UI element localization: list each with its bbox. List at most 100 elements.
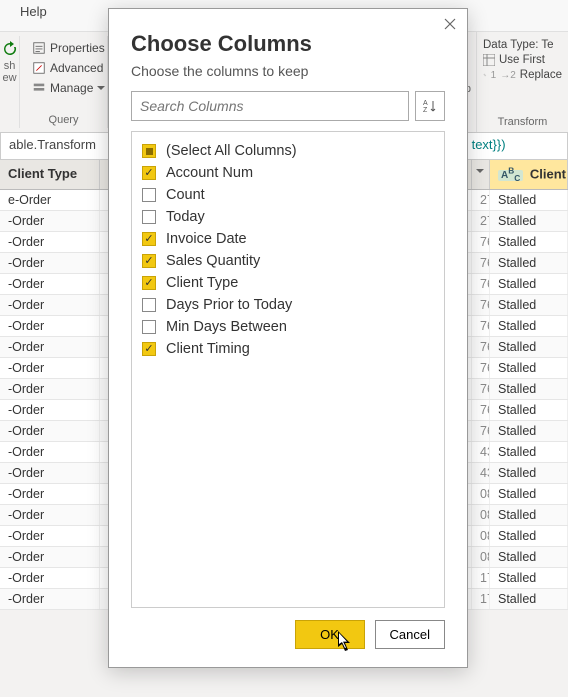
column-checkbox-item[interactable]: Client Timing (142, 338, 434, 360)
cell-client-type: -Order (0, 589, 100, 609)
replace-icon (483, 69, 487, 81)
column-label: Days Prior to Today (166, 297, 292, 313)
cell-client-timing: Stalled (490, 589, 568, 609)
formula-text-right: text}}) (472, 137, 506, 152)
cell-client-timing: Stalled (490, 568, 568, 588)
cell-num: 76 (472, 316, 490, 336)
cell-client-type: -Order (0, 379, 100, 399)
checkbox[interactable] (142, 144, 156, 158)
column-label: Invoice Date (166, 231, 247, 247)
checkbox[interactable] (142, 254, 156, 268)
cell-client-type: -Order (0, 505, 100, 525)
cell-num: 08 (472, 526, 490, 546)
cell-client-type: -Order (0, 295, 100, 315)
cell-client-timing: Stalled (490, 505, 568, 525)
column-header-client-timing[interactable]: ABC Client Tim (490, 160, 568, 189)
column-checkbox-item[interactable]: Min Days Between (142, 316, 434, 338)
cell-client-timing: Stalled (490, 379, 568, 399)
column-label: Today (166, 209, 205, 225)
close-button[interactable] (443, 17, 457, 34)
advanced-editor-icon (32, 61, 46, 75)
column-label: Client Type (166, 275, 238, 291)
cell-num: 76 (472, 232, 490, 252)
column-checkbox-item[interactable]: Invoice Date (142, 228, 434, 250)
column-checkbox-item[interactable]: Account Num (142, 162, 434, 184)
cell-client-timing: Stalled (490, 442, 568, 462)
advanced-editor-button[interactable]: Advanced (28, 59, 107, 77)
chevron-down-icon (475, 166, 485, 176)
refresh-icon (2, 41, 18, 57)
cell-num: 76 (472, 295, 490, 315)
cell-num: 76 (472, 253, 490, 273)
manage-button[interactable]: Manage (28, 79, 109, 97)
column-checkbox-item[interactable]: Client Type (142, 272, 434, 294)
cell-num: 76 (472, 421, 490, 441)
column-checkbox-item[interactable]: Count (142, 184, 434, 206)
cell-client-type: -Order (0, 211, 100, 231)
column-label: Account Num (166, 165, 253, 181)
column-header-dropdown[interactable] (472, 160, 490, 189)
cell-client-timing: Stalled (490, 421, 568, 441)
cell-client-type: -Order (0, 253, 100, 273)
checkbox[interactable] (142, 342, 156, 356)
column-checkbox-item[interactable]: Today (142, 206, 434, 228)
cell-client-timing: Stalled (490, 547, 568, 567)
column-label: Sales Quantity (166, 253, 260, 269)
cell-client-type: -Order (0, 316, 100, 336)
cell-client-type: -Order (0, 526, 100, 546)
cell-client-timing: Stalled (490, 526, 568, 546)
cell-client-timing: Stalled (490, 316, 568, 336)
sort-az-icon: AZ (422, 98, 438, 114)
column-checkbox-item[interactable]: Days Prior to Today (142, 294, 434, 316)
cell-client-type: -Order (0, 232, 100, 252)
properties-icon (32, 41, 46, 55)
properties-button[interactable]: Properties (28, 39, 109, 57)
checkbox[interactable] (142, 320, 156, 334)
checkbox[interactable] (142, 232, 156, 246)
svg-text:Z: Z (423, 107, 428, 114)
dialog-title: Choose Columns (109, 9, 467, 63)
cell-client-timing: Stalled (490, 274, 568, 294)
search-columns-input[interactable] (131, 91, 409, 121)
refresh-button-fragment[interactable] (0, 39, 22, 59)
checkbox[interactable] (142, 298, 156, 312)
checkbox[interactable] (142, 166, 156, 180)
cell-client-timing: Stalled (490, 190, 568, 210)
ok-button[interactable]: OK (295, 620, 365, 649)
cell-client-type: -Order (0, 547, 100, 567)
choose-columns-dialog: Choose Columns Choose the columns to kee… (108, 8, 468, 668)
checkbox[interactable] (142, 276, 156, 290)
use-first-row-button[interactable]: Use First (483, 54, 562, 66)
formula-text-left: able.Transform (9, 137, 96, 152)
checkbox[interactable] (142, 210, 156, 224)
query-group-label: Query (49, 112, 79, 126)
column-checkbox-item[interactable]: (Select All Columns) (142, 140, 434, 162)
checkbox[interactable] (142, 188, 156, 202)
cell-num: 27 (472, 211, 490, 231)
cell-client-timing: Stalled (490, 295, 568, 315)
svg-text:A: A (423, 100, 428, 107)
cell-num: 43 (472, 442, 490, 462)
column-list: (Select All Columns) Account Num Count Toda… (131, 131, 445, 608)
cancel-button[interactable]: Cancel (375, 620, 445, 649)
cell-client-type: -Order (0, 274, 100, 294)
column-checkbox-item[interactable]: Sales Quantity (142, 250, 434, 272)
cell-client-timing: Stalled (490, 463, 568, 483)
column-header-client-type[interactable]: Client Type (0, 160, 100, 189)
dropdown-caret-icon (97, 84, 105, 92)
column-label: (Select All Columns) (166, 143, 297, 159)
cell-client-timing: Stalled (490, 400, 568, 420)
cell-client-type: -Order (0, 568, 100, 588)
cell-num: 08 (472, 505, 490, 525)
cell-client-type: -Order (0, 484, 100, 504)
table-icon (483, 54, 495, 66)
replace-values-button[interactable]: 1→2 Replace (483, 69, 562, 81)
data-type-button[interactable]: Data Type: Te (483, 39, 562, 51)
ribbon-right-fragment: Data Type: Te Use First 1→2 Replace roup… (476, 32, 568, 132)
sort-button[interactable]: AZ (415, 91, 445, 121)
help-menu[interactable]: Help (20, 4, 47, 19)
cell-client-type: -Order (0, 463, 100, 483)
cell-num: 08 (472, 484, 490, 504)
cell-num: 17 (472, 589, 490, 609)
cell-client-type: -Order (0, 337, 100, 357)
